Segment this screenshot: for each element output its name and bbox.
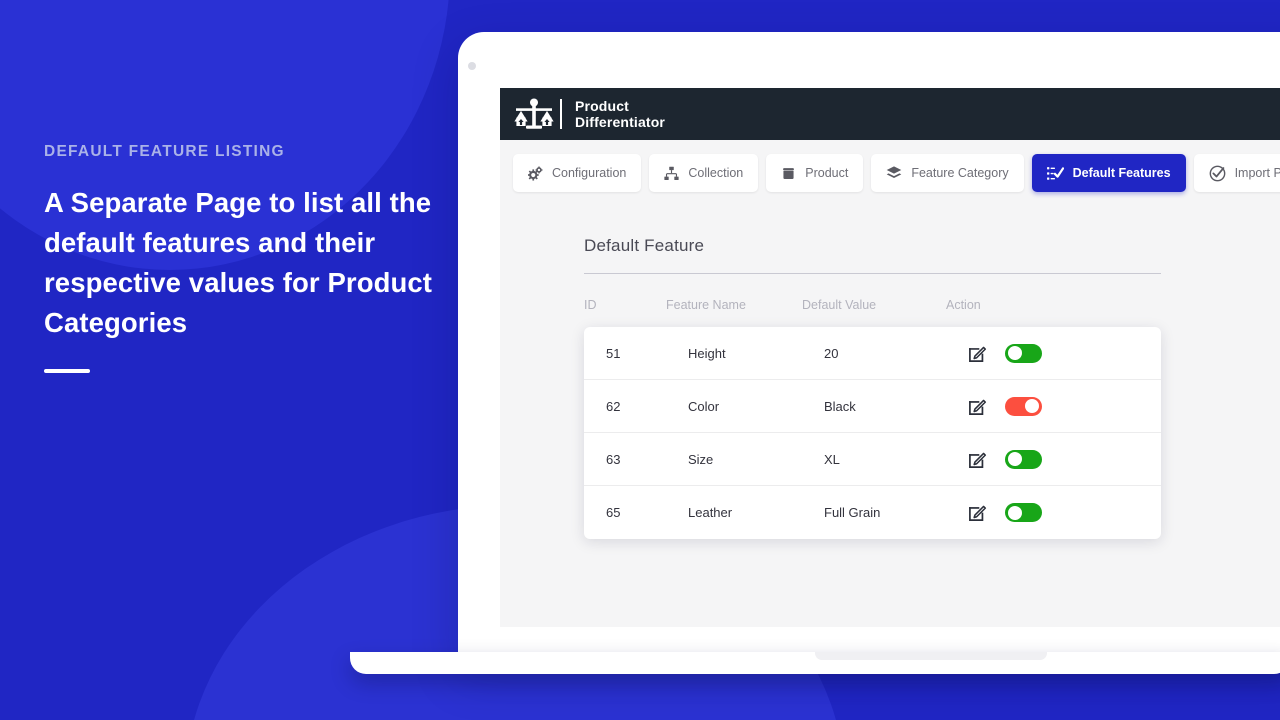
device-mockup: Product Differentiator Configuration Col… bbox=[458, 32, 1280, 660]
column-header-action: Action bbox=[946, 298, 981, 312]
gears-icon bbox=[528, 165, 543, 181]
check-circle-icon bbox=[1209, 165, 1225, 181]
box-icon bbox=[783, 167, 795, 179]
cell-feature-name: Leather bbox=[688, 505, 733, 520]
tab-import-products[interactable]: Import Products bbox=[1193, 154, 1280, 192]
tab-label: Default Features bbox=[1072, 166, 1171, 180]
toggle-knob bbox=[1025, 399, 1039, 413]
status-toggle[interactable] bbox=[1005, 396, 1042, 416]
column-header-id: ID bbox=[584, 298, 597, 312]
default-feature-table: 51 Height 20 62 Color Black 63 Size XL 6… bbox=[584, 327, 1161, 539]
cell-default-value: 20 bbox=[824, 345, 839, 361]
cell-default-value: Full Grain bbox=[824, 505, 881, 520]
cell-feature-name: Size bbox=[688, 451, 714, 467]
cell-feature-name: Height bbox=[688, 345, 726, 361]
promo-copy: DEFAULT FEATURE LISTING A Separate Page … bbox=[44, 144, 444, 373]
table-header-row: ID Feature Name Default Value Action bbox=[584, 298, 1161, 312]
tab-feature-category[interactable]: Feature Category bbox=[871, 154, 1024, 192]
app-header-bar: Product Differentiator bbox=[500, 88, 1280, 140]
panel-divider bbox=[584, 273, 1161, 274]
app-title-line2: Differentiator bbox=[575, 114, 665, 130]
cell-id: 63 bbox=[606, 451, 621, 467]
tab-label: Collection bbox=[688, 166, 744, 180]
tab-collection[interactable]: Collection bbox=[649, 154, 759, 192]
table-row: 63 Size XL bbox=[584, 433, 1161, 486]
sitemap-icon bbox=[664, 166, 679, 180]
toggle-knob bbox=[1008, 452, 1022, 466]
tab-product[interactable]: Product bbox=[766, 154, 864, 192]
content-area: Default Feature ID Feature Name Default … bbox=[500, 206, 1280, 539]
table-row: 65 Leather Full Grain bbox=[584, 486, 1161, 539]
cell-action bbox=[968, 343, 1108, 363]
edit-icon[interactable] bbox=[968, 450, 987, 469]
promo-eyebrow: DEFAULT FEATURE LISTING bbox=[44, 143, 285, 160]
column-header-value: Default Value bbox=[802, 298, 877, 312]
status-toggle[interactable] bbox=[1005, 449, 1042, 469]
tab-label: Configuration bbox=[552, 166, 627, 180]
cell-action bbox=[968, 503, 1108, 522]
tab-configuration[interactable]: Configuration bbox=[513, 154, 642, 192]
app-title-line1: Product bbox=[575, 97, 629, 114]
cell-id: 51 bbox=[606, 345, 621, 361]
table-row: 62 Color Black bbox=[584, 380, 1161, 433]
cell-default-value: Black bbox=[824, 398, 856, 414]
tab-bar: Configuration Collection Product Feature… bbox=[500, 140, 1280, 206]
status-toggle[interactable] bbox=[1005, 343, 1042, 363]
tab-label: Feature Category bbox=[911, 166, 1009, 180]
edit-icon[interactable] bbox=[968, 344, 987, 363]
app-title: Product Differentiator bbox=[575, 98, 665, 131]
application-window: Product Differentiator Configuration Col… bbox=[500, 88, 1280, 627]
promo-divider bbox=[44, 368, 90, 373]
logo-divider bbox=[560, 99, 562, 129]
checklist-icon bbox=[1046, 166, 1064, 180]
table-row: 51 Height 20 bbox=[584, 327, 1161, 380]
status-toggle[interactable] bbox=[1005, 503, 1042, 522]
cell-id: 65 bbox=[606, 505, 621, 520]
cell-feature-name: Color bbox=[688, 398, 720, 414]
promo-slide: DEFAULT FEATURE LISTING A Separate Page … bbox=[0, 0, 1280, 720]
cell-action bbox=[968, 449, 1108, 469]
device-trackpad-notch bbox=[815, 652, 1047, 660]
toggle-knob bbox=[1008, 505, 1022, 520]
device-camera-dot bbox=[468, 62, 476, 70]
promo-headline: A Separate Page to list all the default … bbox=[44, 186, 433, 338]
tab-default-features[interactable]: Default Features bbox=[1031, 154, 1186, 192]
cell-id: 62 bbox=[606, 398, 621, 414]
cell-default-value: XL bbox=[824, 451, 840, 467]
edit-icon[interactable] bbox=[968, 503, 987, 522]
edit-icon[interactable] bbox=[968, 397, 987, 416]
tab-label: Import Products bbox=[1234, 166, 1280, 180]
toggle-knob bbox=[1008, 346, 1022, 360]
layers-icon bbox=[887, 166, 902, 178]
balance-scale-icon bbox=[514, 98, 554, 129]
panel-title: Default Feature bbox=[584, 236, 705, 255]
tab-label: Product bbox=[805, 166, 849, 180]
cell-action bbox=[968, 396, 1108, 416]
column-header-name: Feature Name bbox=[666, 298, 746, 312]
